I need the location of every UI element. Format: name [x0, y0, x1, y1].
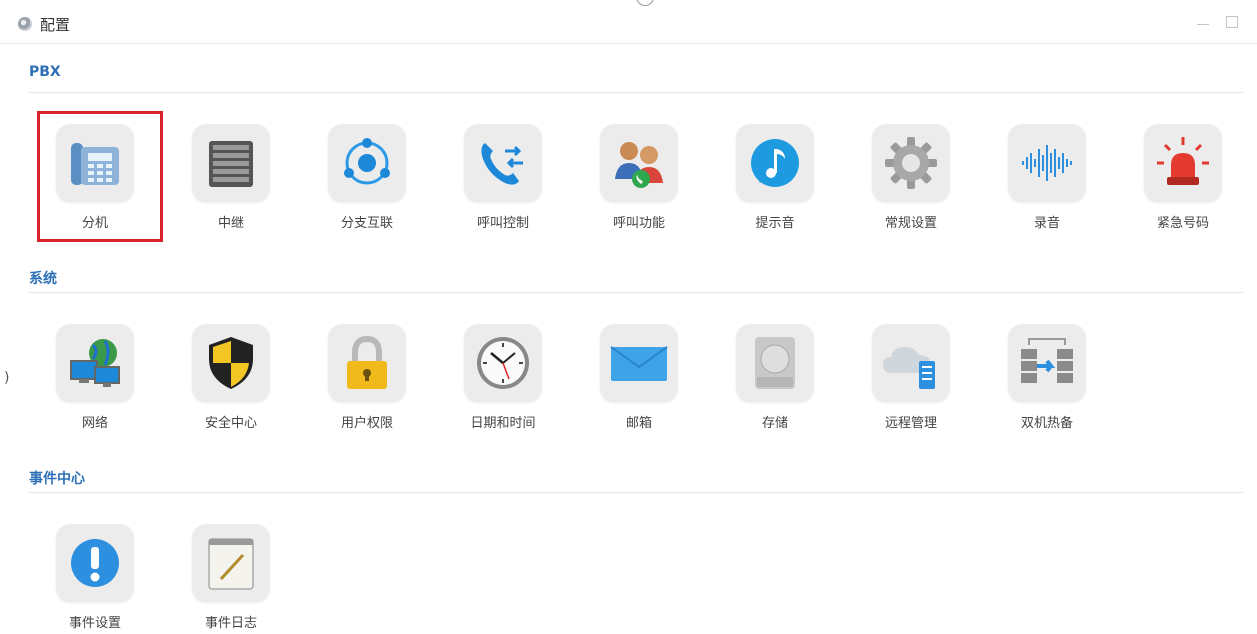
- side-expand-icon[interactable]: ): [4, 370, 9, 386]
- tile-branch-interconnect[interactable]: 分支互联: [302, 120, 432, 231]
- tile-label: 远程管理: [884, 416, 937, 431]
- tile-label: 存储: [761, 416, 788, 431]
- tile-label: 提示音: [755, 216, 795, 231]
- window-title: 配置: [40, 16, 71, 34]
- tile-user-permissions[interactable]: 用户权限: [302, 320, 432, 431]
- tile-date-time[interactable]: 日期和时间: [438, 320, 568, 431]
- server-sync-icon: [1008, 324, 1086, 402]
- section-divider: [29, 292, 1243, 293]
- tile-label: 用户权限: [340, 416, 393, 431]
- tile-call-features[interactable]: 呼叫功能: [574, 120, 704, 231]
- tile-label: 常规设置: [884, 216, 937, 231]
- cloud-server-icon: [872, 324, 950, 402]
- tile-label: 呼叫功能: [612, 216, 665, 231]
- clock-icon: [464, 324, 542, 402]
- tile-hot-standby[interactable]: 双机热备: [982, 320, 1112, 431]
- tile-label: 事件设置: [68, 616, 121, 631]
- alert-icon: [56, 524, 134, 602]
- tile-remote-management[interactable]: 远程管理: [846, 320, 976, 431]
- tile-label: 安全中心: [204, 416, 257, 431]
- security-shield-icon: [192, 324, 270, 402]
- notepad-icon: [192, 524, 270, 602]
- network-nodes-icon: [328, 124, 406, 202]
- maximize-button[interactable]: [1226, 16, 1238, 28]
- collapse-handle-icon[interactable]: [636, 0, 654, 6]
- tile-label: 邮箱: [625, 416, 652, 431]
- section-title-events: 事件中心: [29, 471, 85, 487]
- section-title-pbx: PBX: [29, 64, 61, 80]
- settings-gear-icon: [18, 17, 32, 31]
- tile-prompt-tone[interactable]: 提示音: [710, 120, 840, 231]
- section-divider: [29, 492, 1243, 493]
- tile-event-log[interactable]: 事件日志: [166, 520, 296, 631]
- tile-label: 录音: [1033, 216, 1060, 231]
- tile-label: 中继: [217, 216, 244, 231]
- window-titlebar: 配置: [0, 0, 1257, 44]
- padlock-icon: [328, 324, 406, 402]
- tile-event-settings[interactable]: 事件设置: [30, 520, 160, 631]
- gear-icon: [872, 124, 950, 202]
- minimize-button[interactable]: [1197, 24, 1209, 25]
- globe-computers-icon: [56, 324, 134, 402]
- tile-label: 紧急号码: [1156, 216, 1209, 231]
- users-phone-icon: [600, 124, 678, 202]
- envelope-icon: [600, 324, 678, 402]
- tile-mailbox[interactable]: 邮箱: [574, 320, 704, 431]
- selection-highlight: [37, 111, 163, 242]
- music-note-icon: [736, 124, 814, 202]
- tile-label: 事件日志: [204, 616, 257, 631]
- tile-trunk[interactable]: 中继: [166, 120, 296, 231]
- call-transfer-icon: [464, 124, 542, 202]
- tile-general-settings[interactable]: 常规设置: [846, 120, 976, 231]
- tile-storage[interactable]: 存储: [710, 320, 840, 431]
- alarm-siren-icon: [1144, 124, 1222, 202]
- tile-call-control[interactable]: 呼叫控制: [438, 120, 568, 231]
- server-rack-icon: [192, 124, 270, 202]
- tile-network[interactable]: 网络: [30, 320, 160, 431]
- section-title-system: 系统: [29, 271, 57, 287]
- tile-recording[interactable]: 录音: [982, 120, 1112, 231]
- tile-label: 双机热备: [1020, 416, 1073, 431]
- tile-label: 呼叫控制: [476, 216, 529, 231]
- tile-security-center[interactable]: 安全中心: [166, 320, 296, 431]
- tile-label: 分支互联: [340, 216, 393, 231]
- tile-label: 网络: [81, 416, 108, 431]
- sound-wave-icon: [1008, 124, 1086, 202]
- hard-disk-icon: [736, 324, 814, 402]
- tile-label: 日期和时间: [470, 416, 536, 431]
- tile-emergency-number[interactable]: 紧急号码: [1118, 120, 1248, 231]
- section-divider: [29, 92, 1243, 93]
